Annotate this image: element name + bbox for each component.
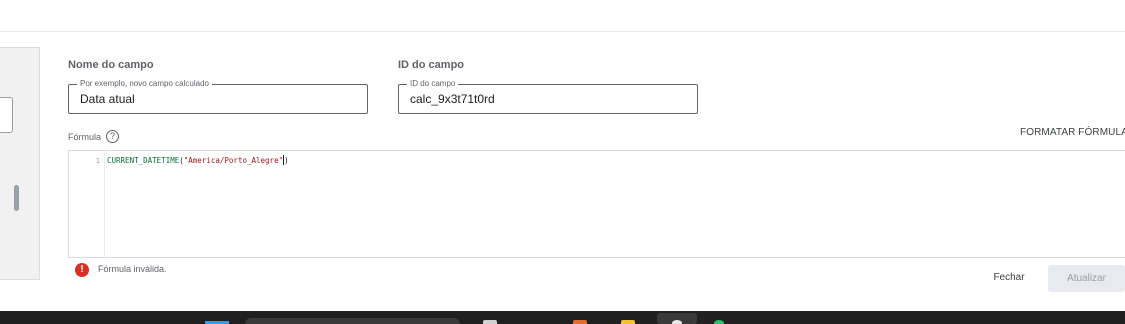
code-line[interactable]: CURRENT_DATETIME("America/Porto_Alegre"): [107, 155, 289, 166]
formula-label: Fórmula: [68, 132, 102, 142]
panel-scrollbar-thumb[interactable]: [14, 185, 19, 211]
taskbar-app-icon[interactable]: [714, 320, 724, 324]
taskbar-folder-icon[interactable]: [621, 320, 635, 324]
field-name-legend: Por exemplo, novo campo calculado: [77, 79, 212, 89]
formula-editor[interactable]: 1 CURRENT_DATETIME("America/Porto_Alegre…: [68, 150, 1125, 258]
help-circle-icon[interactable]: ?: [106, 130, 119, 143]
taskbar-browser-icon[interactable]: [672, 320, 682, 324]
code-function-token: CURRENT_DATETIME: [107, 156, 180, 165]
left-side-panel: [0, 47, 40, 280]
os-taskbar: [0, 311, 1125, 324]
error-message: Fórmula inválida.: [98, 264, 167, 274]
code-string-token: "America/Porto_Alegre": [183, 156, 284, 165]
taskbar-search-box[interactable]: [245, 318, 460, 324]
field-name-value[interactable]: Data atual: [80, 92, 135, 106]
dialog-top-area: [0, 0, 1125, 32]
close-button[interactable]: Fechar: [982, 266, 1036, 290]
field-name-heading: Nome do campo: [68, 59, 154, 71]
taskbar-app-icon[interactable]: [483, 320, 497, 324]
field-name-input[interactable]: Por exemplo, novo campo calculado Data a…: [68, 79, 368, 114]
field-id-value[interactable]: calc_9x3t71t0rd: [410, 92, 495, 106]
line-number: 1: [95, 157, 100, 165]
format-formula-button[interactable]: FORMATAR FÓRMULA: [1020, 127, 1125, 138]
editor-gutter: 1: [69, 151, 105, 257]
panel-input-stub[interactable]: [0, 97, 13, 133]
code-close-paren: ): [284, 156, 289, 165]
field-id-heading: ID do campo: [398, 59, 465, 71]
field-id-input[interactable]: ID do campo calc_9x3t71t0rd: [398, 79, 698, 114]
taskbar-app-icon[interactable]: [573, 320, 587, 324]
update-button[interactable]: Atualizar: [1048, 265, 1125, 292]
error-circle-icon: !: [75, 263, 89, 277]
field-id-legend: ID do campo: [407, 79, 459, 89]
